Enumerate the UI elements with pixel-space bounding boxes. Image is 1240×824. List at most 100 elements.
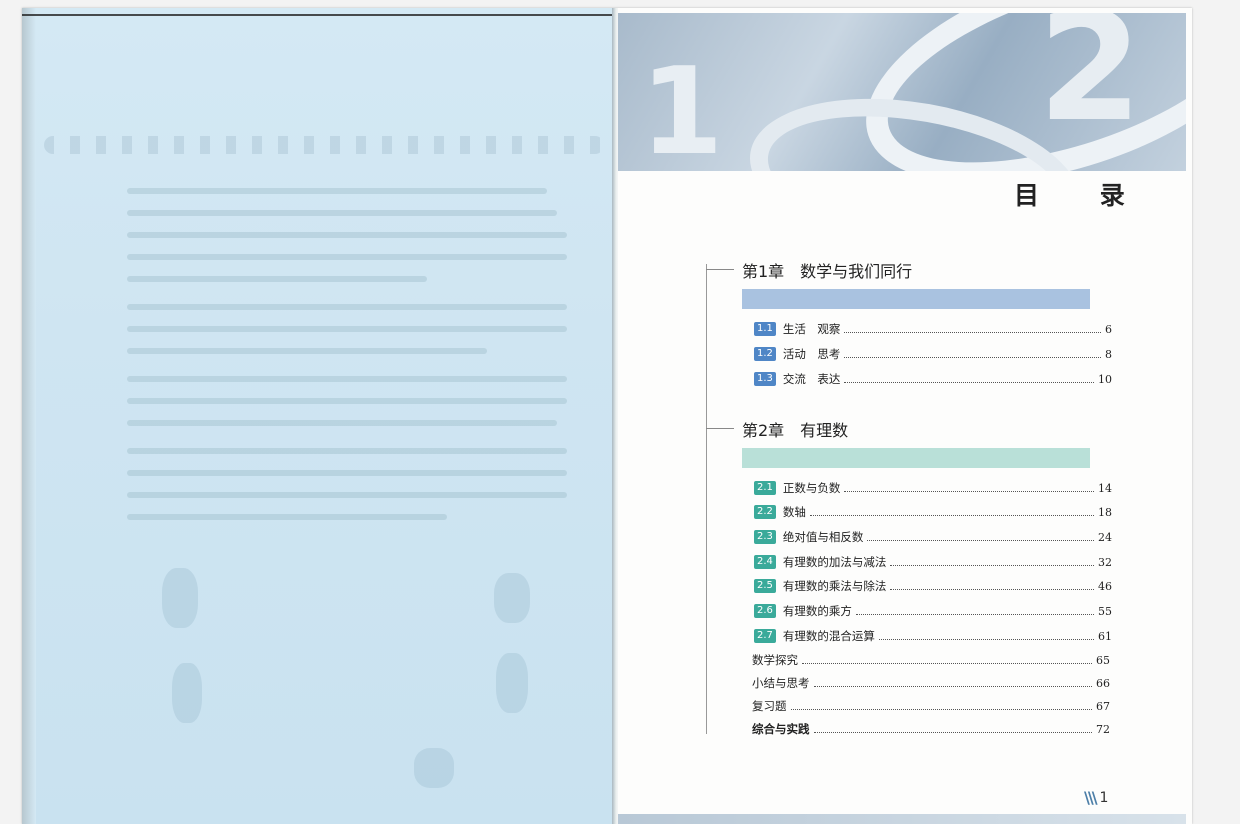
page-number: 18 xyxy=(1098,505,1112,519)
dot-leader xyxy=(867,539,1094,541)
section-number-badge: 2.2 xyxy=(754,505,776,519)
toc-entry[interactable]: 2.4 有理数的加法与减法 32 xyxy=(754,553,1112,571)
dot-leader xyxy=(790,708,1092,710)
dot-leader xyxy=(813,685,1092,687)
faded-text-line xyxy=(127,448,567,454)
section-number-badge: 1.1 xyxy=(754,322,776,336)
faded-dot-band xyxy=(44,136,604,154)
section-title: 有理数的乘法与除法 xyxy=(782,579,887,593)
section-title: 数学探究 xyxy=(752,653,798,667)
section-number-badge: 2.1 xyxy=(754,481,776,495)
page-number: 67 xyxy=(1096,699,1110,713)
section-title: 小结与思考 xyxy=(752,676,810,690)
section-number-badge: 2.6 xyxy=(754,604,776,618)
dot-leader xyxy=(855,613,1094,615)
dot-leader xyxy=(802,662,1092,664)
section-title: 有理数的乘方 xyxy=(782,604,852,618)
chapter-1-color-bar xyxy=(742,289,1090,309)
toc-entry[interactable]: 数学探究 65 xyxy=(752,651,1110,669)
page-number: 8 xyxy=(1105,347,1112,361)
section-title: 有理数的加法与减法 xyxy=(782,555,887,569)
faded-text-line xyxy=(127,326,567,332)
chapter-1: 第1章 数学与我们同行 xyxy=(706,258,1102,282)
triple-slash-icon: \\\ xyxy=(1084,788,1097,807)
toc-entry[interactable]: 小结与思考 66 xyxy=(752,674,1110,692)
chapter-2-color-bar xyxy=(742,448,1090,468)
section-title: 交流 表达 xyxy=(782,372,841,386)
toc-entry[interactable]: 复习题 67 xyxy=(752,697,1110,715)
chapter-dash xyxy=(706,428,734,429)
chapter-2: 第2章 有理数 xyxy=(706,417,1102,441)
dot-leader xyxy=(878,638,1094,640)
section-title: 数轴 xyxy=(782,505,806,519)
section-title: 正数与负数 xyxy=(782,481,841,495)
toc-entry[interactable]: 2.7 有理数的混合运算 61 xyxy=(754,627,1112,645)
page-number: 72 xyxy=(1096,722,1110,736)
section-title: 复习题 xyxy=(752,699,787,713)
faded-figure xyxy=(172,663,202,723)
bottom-decor-strip xyxy=(618,814,1186,824)
dot-leader xyxy=(844,381,1094,383)
page-edge xyxy=(22,8,36,824)
faded-text-line xyxy=(127,304,567,310)
section-number-badge: 1.3 xyxy=(754,372,776,386)
page-number: 24 xyxy=(1098,530,1112,544)
dot-leader xyxy=(809,514,1094,516)
section-title: 综合与实践 xyxy=(752,722,810,736)
page-number: 46 xyxy=(1098,579,1112,593)
page-footer: \\\ 1 xyxy=(1084,788,1108,807)
toc-entry[interactable]: 2.1 正数与负数 14 xyxy=(754,479,1112,497)
section-title: 生活 观察 xyxy=(782,322,841,336)
toc-entry[interactable]: 2.5 有理数的乘法与除法 46 xyxy=(754,577,1112,595)
chapter-title[interactable]: 第1章 数学与我们同行 xyxy=(742,258,912,282)
toc-entry[interactable]: 综合与实践 72 xyxy=(752,720,1110,738)
toc-entry[interactable]: 1.1 生活 观察 6 xyxy=(754,320,1112,338)
banner-numeral: 1 xyxy=(640,43,724,172)
toc-entry[interactable]: 2.3 绝对值与相反数 24 xyxy=(754,528,1112,546)
toc-entry[interactable]: 1.3 交流 表达 10 xyxy=(754,370,1112,388)
section-title: 活动 思考 xyxy=(782,347,841,361)
dot-leader xyxy=(813,731,1092,733)
page-number: 66 xyxy=(1096,676,1110,690)
page-number: 65 xyxy=(1096,653,1110,667)
section-number-badge: 1.2 xyxy=(754,347,776,361)
faded-text-line xyxy=(127,232,567,238)
section-number-badge: 2.4 xyxy=(754,555,776,569)
page-number: 6 xyxy=(1105,322,1112,336)
dot-leader xyxy=(844,356,1101,358)
faded-text-line xyxy=(127,276,427,282)
faded-text-line xyxy=(127,348,487,354)
dot-leader xyxy=(844,331,1101,333)
faded-text-line xyxy=(127,420,557,426)
page-number: 10 xyxy=(1098,372,1112,386)
decorative-banner: 1 2 xyxy=(618,13,1186,171)
chapter-title[interactable]: 第2章 有理数 xyxy=(742,417,848,441)
dot-leader xyxy=(844,490,1094,492)
page-number: 61 xyxy=(1098,629,1112,643)
toc-vertical-rule xyxy=(706,264,707,734)
document-viewer: 1 2 目 录 第1章 数学与我们同行 1.1 生活 观察 6 1.2 活动 思… xyxy=(0,0,1240,824)
page-top-border xyxy=(22,14,614,16)
faded-figure xyxy=(494,573,530,623)
toc-entry[interactable]: 1.2 活动 思考 8 xyxy=(754,345,1112,363)
faded-text-line xyxy=(127,470,567,476)
faded-figure xyxy=(162,568,198,628)
dot-leader xyxy=(890,564,1094,566)
faded-figure xyxy=(496,653,528,713)
banner-numeral: 2 xyxy=(1038,13,1143,155)
toc-entry[interactable]: 2.6 有理数的乘方 55 xyxy=(754,602,1112,620)
faded-text-line xyxy=(127,376,567,382)
scanned-spread: 1 2 目 录 第1章 数学与我们同行 1.1 生活 观察 6 1.2 活动 思… xyxy=(22,8,1192,824)
page-number-footer: 1 xyxy=(1099,789,1109,806)
faded-text-line xyxy=(127,492,567,498)
page-number: 32 xyxy=(1098,555,1112,569)
right-page-toc: 1 2 目 录 第1章 数学与我们同行 1.1 生活 观察 6 1.2 活动 思… xyxy=(618,8,1192,824)
faded-text-line xyxy=(127,514,447,520)
section-title: 绝对值与相反数 xyxy=(782,530,864,544)
page-number: 55 xyxy=(1098,604,1112,618)
dot-leader xyxy=(890,588,1094,590)
chapter-heading: 第1章 数学与我们同行 xyxy=(706,258,1102,282)
toc-entry[interactable]: 2.2 数轴 18 xyxy=(754,503,1112,521)
faded-figure xyxy=(414,748,454,788)
left-page-back-cover xyxy=(22,8,614,824)
